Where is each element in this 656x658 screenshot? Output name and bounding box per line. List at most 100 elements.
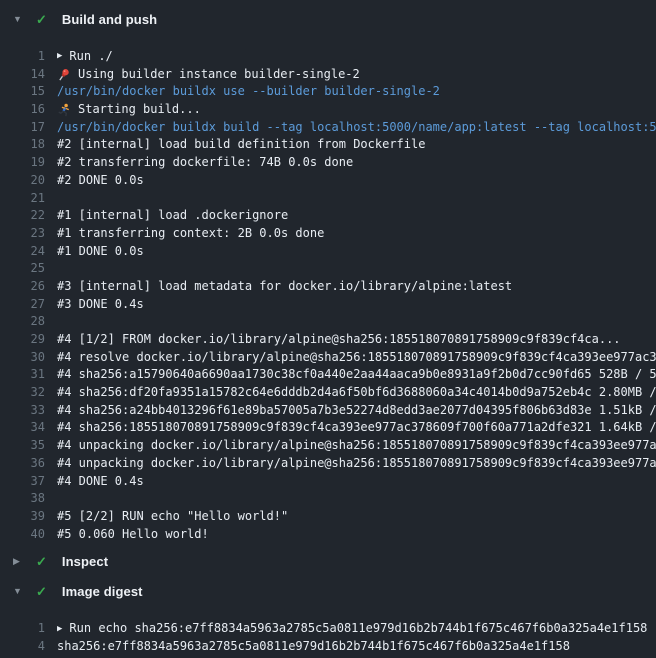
log-line[interactable]: 17/usr/bin/docker buildx build --tag loc… [0, 119, 656, 137]
log-line[interactable]: 35#4 unpacking docker.io/library/alpine@… [0, 437, 656, 455]
section-header-inspect[interactable]: ▶✓Inspect [0, 549, 656, 573]
line-number[interactable]: 27 [0, 296, 57, 314]
line-number[interactable]: 23 [0, 225, 57, 243]
log-line[interactable]: 28 [0, 313, 656, 331]
expand-run-group-icon[interactable]: ▶ [57, 625, 62, 634]
line-number[interactable]: 28 [0, 313, 57, 331]
log-line[interactable]: 40#5 0.060 Hello world! [0, 526, 656, 544]
log-line[interactable]: 16 Starting build... [0, 101, 656, 119]
section-lines: 1▶Run ./14 Using builder instance builder… [0, 48, 656, 543]
log-text: Run echo sha256:e7ff8834a5963a2785c5a081… [69, 620, 647, 638]
log-line[interactable]: 19#2 transferring dockerfile: 74B 0.0s d… [0, 154, 656, 172]
section-header-image-digest[interactable]: ▼ ✓ Image digest [0, 579, 656, 603]
line-number[interactable]: 24 [0, 243, 57, 261]
log-line[interactable]: 20#2 DONE 0.0s [0, 172, 656, 190]
log-line[interactable]: 21 [0, 190, 656, 208]
log-line[interactable]: 15/usr/bin/docker buildx use --builder b… [0, 83, 656, 101]
line-number[interactable]: 37 [0, 473, 57, 491]
log-line[interactable]: 1▶Run ./ [0, 48, 656, 66]
chevron-down-icon: ▼ [13, 15, 25, 24]
log-text: #4 DONE 0.4s [57, 473, 144, 491]
log-text: #4 unpacking docker.io/library/alpine@sh… [57, 437, 656, 455]
log-line[interactable]: 31#4 sha256:a15790640a6690aa1730c38cf0a4… [0, 366, 656, 384]
section-title: Build and push [62, 12, 157, 27]
log-line[interactable]: 25 [0, 260, 656, 278]
log-line[interactable]: 27#3 DONE 0.4s [0, 296, 656, 314]
log-line[interactable]: 38 [0, 490, 656, 508]
log-line[interactable]: 36#4 unpacking docker.io/library/alpine@… [0, 455, 656, 473]
line-number[interactable]: 14 [0, 66, 57, 84]
runner-icon [57, 103, 71, 117]
line-number[interactable]: 26 [0, 278, 57, 296]
section-title: Inspect [62, 554, 108, 569]
line-number[interactable]: 33 [0, 402, 57, 420]
line-number[interactable]: 16 [0, 101, 57, 119]
log-text: #3 DONE 0.4s [57, 296, 144, 314]
log-line[interactable]: 26#3 [internal] load metadata for docker… [0, 278, 656, 296]
log-text: /usr/bin/docker buildx build --tag local… [57, 119, 656, 137]
line-number[interactable]: 20 [0, 172, 57, 190]
log-line[interactable]: 14 Using builder instance builder-single-… [0, 66, 656, 84]
log-line[interactable]: 18#2 [internal] load build definition fr… [0, 136, 656, 154]
log-text: #4 sha256:a24bb4013296f61e89ba57005a7b3e… [57, 402, 656, 420]
line-number[interactable]: 4 [0, 638, 57, 656]
log-text: Using builder instance builder-single-2 [78, 66, 360, 84]
log-text: /usr/bin/docker buildx use --builder bui… [57, 83, 440, 101]
line-number[interactable]: 38 [0, 490, 57, 508]
line-number[interactable]: 19 [0, 154, 57, 172]
line-number[interactable]: 1 [0, 48, 57, 66]
line-number[interactable]: 40 [0, 526, 57, 544]
section-lines: 1▶ Run echo sha256:e7ff8834a5963a2785c5a0… [0, 620, 656, 655]
line-number[interactable]: 22 [0, 207, 57, 225]
log-text: #4 sha256:185518070891758909c9f839cf4ca3… [57, 419, 656, 437]
line-number[interactable]: 17 [0, 119, 57, 137]
log-text: #5 0.060 Hello world! [57, 526, 209, 544]
line-number[interactable]: 34 [0, 419, 57, 437]
log-text: #1 [internal] load .dockerignore [57, 207, 288, 225]
log-line[interactable]: 39#5 [2/2] RUN echo "Hello world!" [0, 508, 656, 526]
line-number[interactable]: 18 [0, 136, 57, 154]
chevron-right-icon: ▶ [13, 557, 25, 566]
log-section-image-digest: ▼ ✓ Image digest 1▶ Run echo sha256:e7ff8834… [0, 579, 656, 655]
log-text: sha256:e7ff8834a5963a2785c5a0811e979d16b… [57, 638, 570, 656]
log-line[interactable]: 34#4 sha256:185518070891758909c9f839cf4c… [0, 419, 656, 437]
check-icon: ✓ [36, 585, 47, 598]
log-text: #4 sha256:a15790640a6690aa1730c38cf0a440… [57, 366, 656, 384]
log-line[interactable]: 29#4 [1/2] FROM docker.io/library/alpine… [0, 331, 656, 349]
log-line[interactable]: 32#4 sha256:df20fa9351a15782c64e6dddb2d4… [0, 384, 656, 402]
log-line[interactable]: 22#1 [internal] load .dockerignore [0, 207, 656, 225]
line-number[interactable]: 31 [0, 366, 57, 384]
log-line[interactable]: 23#1 transferring context: 2B 0.0s done [0, 225, 656, 243]
line-number[interactable]: 29 [0, 331, 57, 349]
expand-run-group-icon[interactable]: ▶ [57, 52, 62, 61]
log-line[interactable]: 1▶ Run echo sha256:e7ff8834a5963a2785c5a0… [0, 620, 656, 638]
line-number[interactable]: 35 [0, 437, 57, 455]
log-line[interactable]: 24#1 DONE 0.0s [0, 243, 656, 261]
chevron-down-icon: ▼ [13, 587, 25, 596]
line-number[interactable]: 1 [0, 620, 57, 638]
log-text: Starting build... [78, 101, 201, 119]
log-text: #4 sha256:df20fa9351a15782c64e6dddb2d4a6… [57, 384, 656, 402]
log-text: #2 transferring dockerfile: 74B 0.0s don… [57, 154, 353, 172]
line-number[interactable]: 36 [0, 455, 57, 473]
log-sections: ▼✓Build and push1▶Run ./14Using builder … [0, 7, 656, 656]
section-title: Image digest [62, 584, 143, 599]
log-line[interactable]: 4sha256:e7ff8834a5963a2785c5a0811e979d16… [0, 638, 656, 656]
line-number[interactable]: 32 [0, 384, 57, 402]
log-line[interactable]: 30#4 resolve docker.io/library/alpine@sh… [0, 349, 656, 367]
workflow-log-viewer: ▼✓Build and push1▶Run ./14Using builder … [0, 0, 656, 658]
line-number[interactable]: 39 [0, 508, 57, 526]
line-number[interactable]: 25 [0, 260, 57, 278]
log-text: #4 unpacking docker.io/library/alpine@sh… [57, 455, 656, 473]
line-number[interactable]: 21 [0, 190, 57, 208]
log-section-build-and-push: ▼✓Build and push 1▶Run ./14 Using builder … [0, 7, 656, 543]
log-line[interactable]: 33#4 sha256:a24bb4013296f61e89ba57005a7b… [0, 402, 656, 420]
log-text: #5 [2/2] RUN echo "Hello world!" [57, 508, 288, 526]
log-line[interactable]: 37#4 DONE 0.4s [0, 473, 656, 491]
section-header-build-and-push[interactable]: ▼✓Build and push [0, 7, 656, 31]
line-number[interactable]: 30 [0, 349, 57, 367]
line-number[interactable]: 15 [0, 83, 57, 101]
log-text: #3 [internal] load metadata for docker.i… [57, 278, 512, 296]
log-section-inspect: ▶✓Inspect [0, 549, 656, 573]
log-text: #4 resolve docker.io/library/alpine@sha2… [57, 349, 656, 367]
